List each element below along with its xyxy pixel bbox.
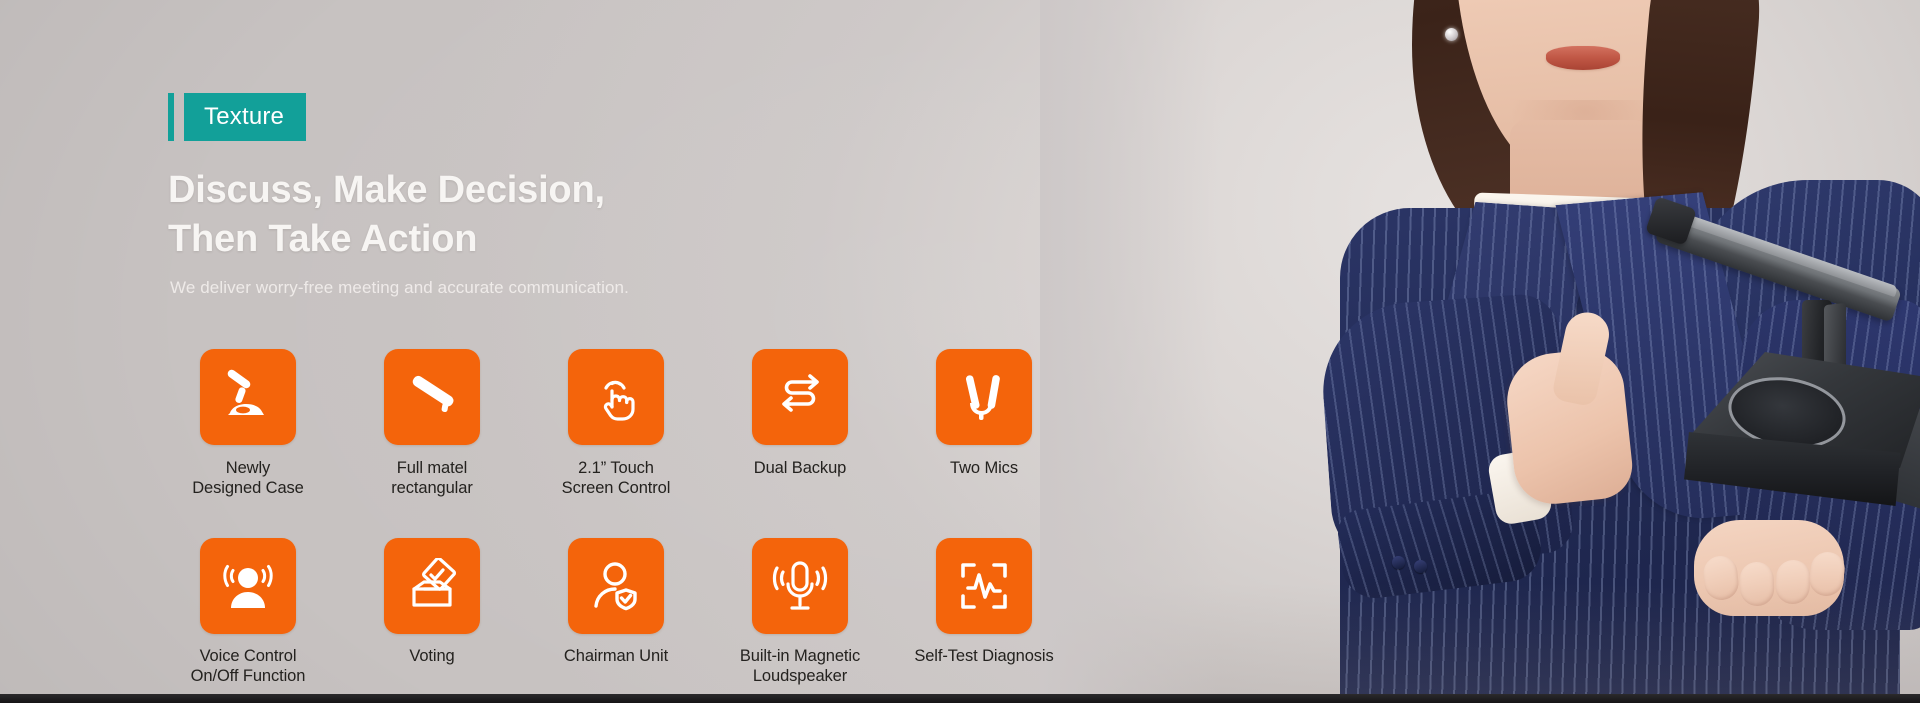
page-title: Discuss, Make Decision, Then Take Action (168, 169, 605, 260)
gooseneck-microphone-icon (227, 369, 264, 415)
feature-item[interactable]: Chairman Unit (524, 538, 708, 686)
feature-label: 2.1” Touch Screen Control (561, 459, 671, 497)
feature-row-2: Voice Control On/Off Function Voting Cha… (156, 538, 1076, 686)
feature-item[interactable]: Voting (340, 538, 524, 686)
feature-label: Full matel rectangular (391, 459, 473, 497)
feature-item[interactable]: Newly Designed Case (156, 349, 340, 498)
feature-label: Chairman Unit (563, 647, 669, 665)
feature-item[interactable]: Full matel rectangular (340, 349, 524, 498)
self-test-waveform-icon (961, 563, 1007, 609)
feature-tile (936, 349, 1032, 445)
feature-item[interactable]: Two Mics (892, 349, 1076, 498)
two-mics-icon (965, 375, 1000, 420)
dual-backup-arrows-icon (782, 374, 819, 412)
cuff-button (1414, 560, 1427, 573)
magnetic-loudspeaker-mic-icon (772, 561, 828, 610)
lips (1546, 46, 1620, 70)
feature-tile (384, 538, 480, 634)
feature-tile (752, 349, 848, 445)
feature-tile (568, 349, 664, 445)
feature-grid: Newly Designed Case Full matel rectangul… (156, 349, 1076, 686)
feature-row-1: Newly Designed Case Full matel rectangul… (156, 349, 1076, 498)
feature-label: Two Mics (950, 459, 1018, 477)
hero-content: Texture Discuss, Make Decision, Then Tak… (0, 0, 1100, 703)
hero-photo (1040, 0, 1920, 703)
feature-item[interactable]: Self-Test Diagnosis (892, 538, 1076, 686)
bottom-edge-bar (0, 694, 1920, 703)
badge-label: Texture (184, 93, 307, 141)
feature-item[interactable]: Voice Control On/Off Function (156, 538, 340, 686)
touch-hand-icon (603, 380, 635, 421)
feature-tile (200, 538, 296, 634)
feature-item[interactable]: Built-in Magnetic Loudspeaker (708, 538, 892, 686)
hero-banner: Texture Discuss, Make Decision, Then Tak… (0, 0, 1920, 703)
feature-tile (936, 538, 1032, 634)
metal-bar-icon (412, 375, 454, 413)
feature-tile (384, 349, 480, 445)
feature-label: Newly Designed Case (192, 459, 304, 497)
feature-item[interactable]: Dual Backup (708, 349, 892, 498)
voting-ballot-icon (412, 558, 457, 607)
feature-tile (568, 538, 664, 634)
feature-label: Dual Backup (753, 459, 847, 477)
feature-label: Built-in Magnetic Loudspeaker (739, 647, 861, 685)
feature-label: Voting (409, 647, 455, 665)
section-badge: Texture (168, 93, 307, 141)
page-subtitle: We deliver worry-free meeting and accura… (170, 278, 629, 297)
voice-control-person-icon (223, 565, 273, 608)
cuff-button (1392, 556, 1405, 569)
chairman-person-check-icon (594, 562, 637, 611)
feature-tile (752, 538, 848, 634)
feature-tile (200, 349, 296, 445)
badge-accent-bar (168, 93, 174, 141)
feature-label: Self-Test Diagnosis (914, 647, 1054, 665)
feature-item[interactable]: 2.1” Touch Screen Control (524, 349, 708, 498)
feature-label: Voice Control On/Off Function (190, 647, 306, 685)
earring (1445, 28, 1458, 41)
